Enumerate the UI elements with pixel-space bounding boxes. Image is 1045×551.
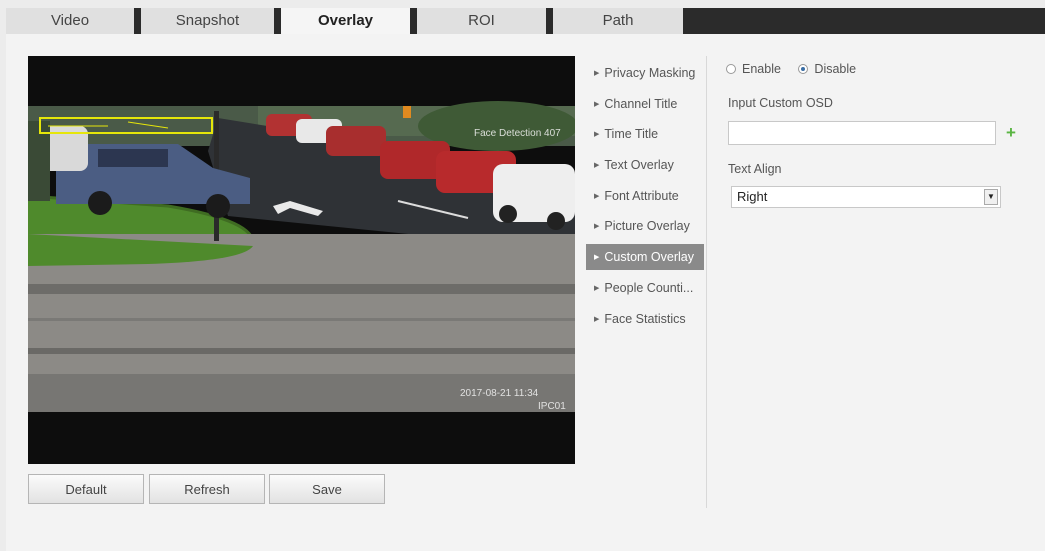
menu-item-custom-overlay[interactable]: ▶ Custom Overlay (586, 244, 704, 271)
camera-scene (28, 56, 575, 464)
tab-bar: Video Snapshot Overlay ROI Path (0, 0, 1045, 34)
tab-bar-fill (683, 8, 1045, 34)
tab-snapshot[interactable]: Snapshot (141, 8, 274, 34)
panel-divider (706, 56, 707, 508)
enable-radio[interactable]: Enable (726, 62, 781, 76)
triangle-right-icon: ▶ (594, 223, 600, 231)
menu-item-privacy-masking[interactable]: ▶ Privacy Masking (586, 60, 704, 86)
plus-icon[interactable]: + (1006, 123, 1016, 143)
menu-item-text-overlay[interactable]: ▶ Text Overlay (586, 152, 704, 178)
osd-channel-title: IPC01 (538, 401, 566, 412)
overlay-submenu: ▶ Privacy Masking ▶ Channel Title ▶ Time Ti… (586, 60, 704, 336)
custom-osd-input[interactable] (728, 121, 996, 145)
tab-overlay[interactable]: Overlay (281, 8, 410, 34)
chevron-down-icon[interactable]: ▼ (984, 189, 998, 205)
menu-item-font-attribute[interactable]: ▶ Font Attribute (586, 183, 704, 209)
menu-item-people-counting[interactable]: ▶ People Counti... (586, 275, 704, 301)
menu-item-channel-title[interactable]: ▶ Channel Title (586, 91, 704, 117)
tab-separator (410, 8, 417, 34)
osd-face-detection: Face Detection 407 (474, 128, 561, 139)
triangle-right-icon: ▶ (594, 284, 600, 292)
menu-item-face-statistics[interactable]: ▶ Face Statistics (586, 306, 704, 332)
overlay-settings-panel: Face Detection 407 2017-08-21 11:34 IPC0… (6, 34, 1045, 551)
triangle-right-icon: ▶ (594, 315, 600, 323)
default-button[interactable]: Default (28, 474, 144, 504)
menu-item-picture-overlay[interactable]: ▶ Picture Overlay (586, 213, 704, 239)
triangle-right-icon: ▶ (594, 254, 600, 262)
tab-roi[interactable]: ROI (417, 8, 546, 34)
save-button[interactable]: Save (269, 474, 385, 504)
radio-checked-icon (798, 64, 809, 74)
triangle-right-icon: ▶ (594, 100, 600, 108)
tab-separator (134, 8, 141, 34)
triangle-right-icon: ▶ (594, 70, 600, 77)
disable-radio[interactable]: Disable (798, 62, 856, 76)
refresh-button[interactable]: Refresh (149, 474, 265, 504)
enable-radio-group: Enable Disable (726, 62, 870, 76)
radio-unchecked-icon (726, 64, 736, 74)
triangle-right-icon: ▶ (594, 192, 600, 200)
triangle-right-icon: ▶ (594, 162, 600, 170)
tab-path[interactable]: Path (553, 8, 683, 34)
osd-time-title: 2017-08-21 11:34 (460, 388, 539, 399)
input-custom-osd-label: Input Custom OSD (728, 96, 833, 110)
video-preview[interactable]: Face Detection 407 2017-08-21 11:34 IPC0… (28, 56, 575, 464)
tab-separator (546, 8, 553, 34)
tab-separator (274, 8, 281, 34)
text-align-value: Right (737, 189, 768, 204)
text-align-select[interactable]: Right ▼ (731, 186, 1001, 208)
text-align-label: Text Align (728, 162, 782, 176)
menu-item-time-title[interactable]: ▶ Time Title (586, 121, 704, 147)
triangle-right-icon: ▶ (594, 131, 600, 139)
tab-video[interactable]: Video (6, 8, 134, 34)
